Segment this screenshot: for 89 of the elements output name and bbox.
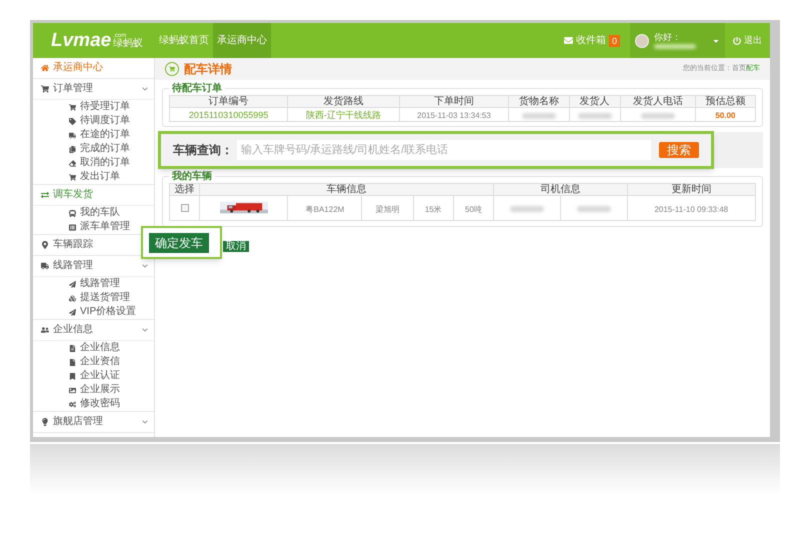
- copy-icon: [69, 146, 76, 152]
- chevron-icon: [142, 327, 148, 333]
- logo: Lvmae: [51, 31, 112, 50]
- table-cell: 2015-11-03 13:34:53: [417, 111, 491, 120]
- mail-icon: [564, 36, 573, 45]
- column-header: 发货人电话: [620, 96, 696, 108]
- column-header: 更新时间: [627, 184, 756, 196]
- greeting: 你好：: [654, 32, 682, 42]
- column-header: 选择: [170, 184, 200, 196]
- cart-icon: [41, 85, 49, 93]
- sidebar-subitem[interactable]: 发出订单: [33, 170, 154, 184]
- column-header: 预估总额: [695, 96, 756, 108]
- bus-icon: [69, 210, 76, 216]
- truck-icon: [69, 132, 76, 138]
- sidebar-subitem[interactable]: VIP价格设置: [33, 305, 154, 319]
- sidebar-subitem[interactable]: 线路管理: [33, 277, 154, 291]
- paper-plane-icon: [69, 280, 76, 288]
- section-title: 待配车订单: [169, 83, 225, 95]
- column-header: 货物名称: [508, 96, 569, 108]
- sidebar-subitem[interactable]: 提送货管理: [33, 291, 154, 305]
- sidebar-subitem[interactable]: 在途的订单: [33, 128, 154, 142]
- cart-badge-icon: [165, 62, 179, 76]
- sidebar-subitem[interactable]: 企业资信: [33, 355, 154, 369]
- table-cell: 梁旭明: [376, 205, 400, 214]
- table-cell: 粤BA122M: [306, 205, 344, 214]
- gears-icon: [69, 400, 76, 408]
- cancel-button[interactable]: 取消: [223, 241, 249, 252]
- sidebar-item[interactable]: 订单管理: [33, 79, 154, 99]
- checkbox[interactable]: [180, 204, 188, 212]
- confirm-button[interactable]: 确定发车: [149, 232, 209, 252]
- column-header: 发货人: [569, 96, 620, 108]
- table-cell: 50.00: [715, 111, 736, 120]
- sidebar-subitem[interactable]: 企业认证: [33, 369, 154, 383]
- paper-plane-icon: [69, 308, 76, 316]
- blurred-text: [576, 206, 611, 212]
- users-icon: [41, 326, 49, 334]
- blurred-text: [654, 44, 696, 48]
- arrows-icon: [41, 191, 49, 199]
- sidebar-subitem[interactable]: 我的车队: [33, 206, 154, 220]
- table-cell: 50吨: [465, 205, 482, 214]
- eraser-icon: [69, 160, 76, 166]
- power-icon: [733, 36, 741, 44]
- logo-subtitle: 绿蚂蚁: [113, 38, 144, 48]
- blurred-text: [578, 113, 612, 119]
- column-header: 司机信息: [494, 184, 628, 196]
- sidebar-item[interactable]: 企业信息: [33, 320, 154, 340]
- chevron-icon: [142, 86, 148, 92]
- bulb-icon: [41, 418, 49, 426]
- bookmark-icon: [69, 372, 76, 380]
- blurred-text: [640, 113, 675, 119]
- sidebar-subitem[interactable]: 派车单管理: [33, 220, 154, 234]
- sidebar-subitem[interactable]: 取消的订单: [33, 156, 154, 170]
- sidebar-subitem[interactable]: 企业信息: [33, 341, 154, 355]
- sidebar-subitem[interactable]: 待调度订单: [33, 114, 154, 128]
- file-icon: [69, 358, 76, 366]
- sidebar-item[interactable]: 旗舰店管理: [33, 412, 154, 432]
- search-label: 车辆查询：: [173, 142, 233, 159]
- column-header: 下单时间: [399, 96, 509, 108]
- blurred-text: [510, 206, 544, 212]
- sidebar-subitem[interactable]: 待受理订单: [33, 100, 154, 114]
- cart-icon: [69, 174, 76, 180]
- column-header: 发货路线: [288, 96, 400, 108]
- image-icon: [69, 386, 76, 394]
- avatar: [635, 34, 649, 48]
- inbox-count: 0: [608, 34, 620, 46]
- sidebar-item[interactable]: 线路管理: [33, 256, 154, 276]
- truck-icon: [41, 262, 49, 270]
- sidebar-item[interactable]: 调车发货: [33, 185, 154, 205]
- table-cell: 15米: [424, 205, 442, 214]
- home-icon: [41, 64, 49, 72]
- pin-icon: [41, 241, 49, 249]
- sidebar-subitem[interactable]: 企业展示: [33, 383, 154, 397]
- list-icon: [69, 224, 76, 230]
- sidebar-item[interactable]: 车辆跟踪: [33, 235, 154, 255]
- sidebar-subitem[interactable]: 完成的订单: [33, 142, 154, 156]
- cart-icon: [69, 104, 76, 110]
- chevron-icon: [142, 263, 148, 269]
- section-title: 我的车辆: [169, 171, 215, 183]
- search-field[interactable]: 输入车牌号码/承运路线/司机姓名/联系电话: [237, 140, 651, 160]
- document-icon: [69, 344, 76, 352]
- blurred-text: [522, 113, 556, 119]
- column-header: 订单编号: [170, 96, 288, 108]
- table-cell: 2015-11-10 09:33:48: [654, 205, 728, 214]
- sidebar-subitem[interactable]: 修改密码: [33, 397, 154, 411]
- chevron-icon: [142, 419, 148, 425]
- page-title: 配车详情: [184, 61, 232, 78]
- cubes-icon: [69, 294, 76, 302]
- column-header: 车辆信息: [200, 184, 494, 196]
- tag-icon: [69, 118, 76, 124]
